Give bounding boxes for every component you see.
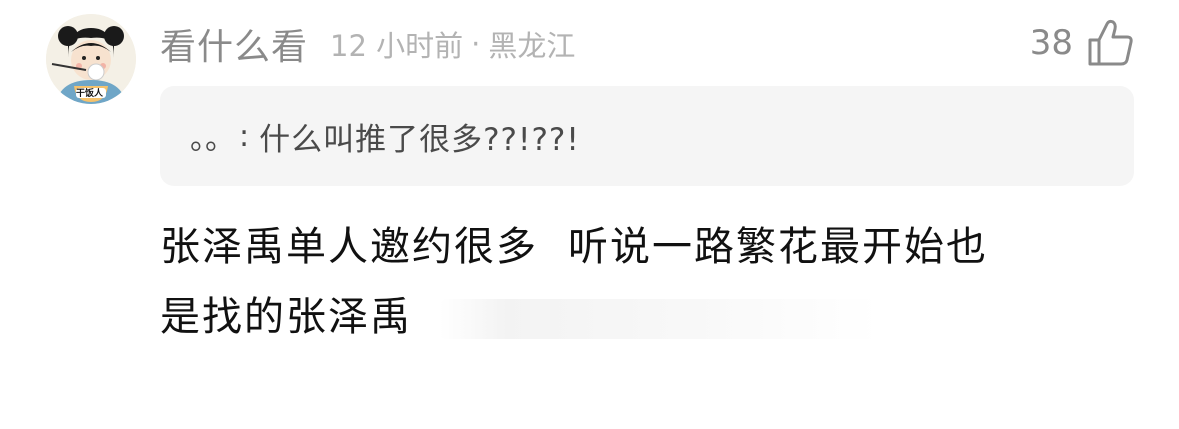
comment-line: 是找的张泽禹	[160, 282, 1120, 352]
comment-line: 张泽禹单人邀约很多 听说一路繁花最开始也	[160, 212, 1120, 282]
quote-text: 什么叫推了很多??!??!	[259, 121, 580, 158]
like-count: 38	[1029, 23, 1073, 63]
meta-separator: ·	[471, 27, 481, 61]
location: 黑龙江	[488, 29, 576, 63]
like-button[interactable]: 38	[1030, 14, 1135, 72]
comment-meta: 12 小时前 · 黑龙江	[330, 23, 575, 65]
quote-author: 。。	[190, 122, 235, 157]
avatar-caption: 干饭人	[76, 89, 104, 99]
comment-item: 干饭人 看什么看 12 小时前 · 黑龙江 38 。。 : 什么叫推了很多??!…	[0, 0, 1179, 429]
quoted-reply[interactable]: 。。 : 什么叫推了很多??!??!	[160, 86, 1134, 186]
avatar[interactable]: 干饭人	[46, 14, 136, 104]
comment-text: 听说一路繁花最开始也	[568, 224, 988, 270]
comment-header: 看什么看 12 小时前 · 黑龙江	[160, 18, 575, 70]
username[interactable]: 看什么看	[160, 18, 308, 70]
blurred-text	[440, 299, 880, 339]
comment-text: 张泽禹单人邀约很多	[160, 224, 538, 270]
comment-body: 张泽禹单人邀约很多 听说一路繁花最开始也 是找的张泽禹	[160, 212, 1120, 352]
comment-text: 是找的张泽禹	[160, 294, 412, 340]
thumbs-up-icon	[1088, 19, 1133, 66]
quote-separator: :	[239, 118, 250, 154]
timestamp: 12 小时前	[330, 29, 464, 63]
